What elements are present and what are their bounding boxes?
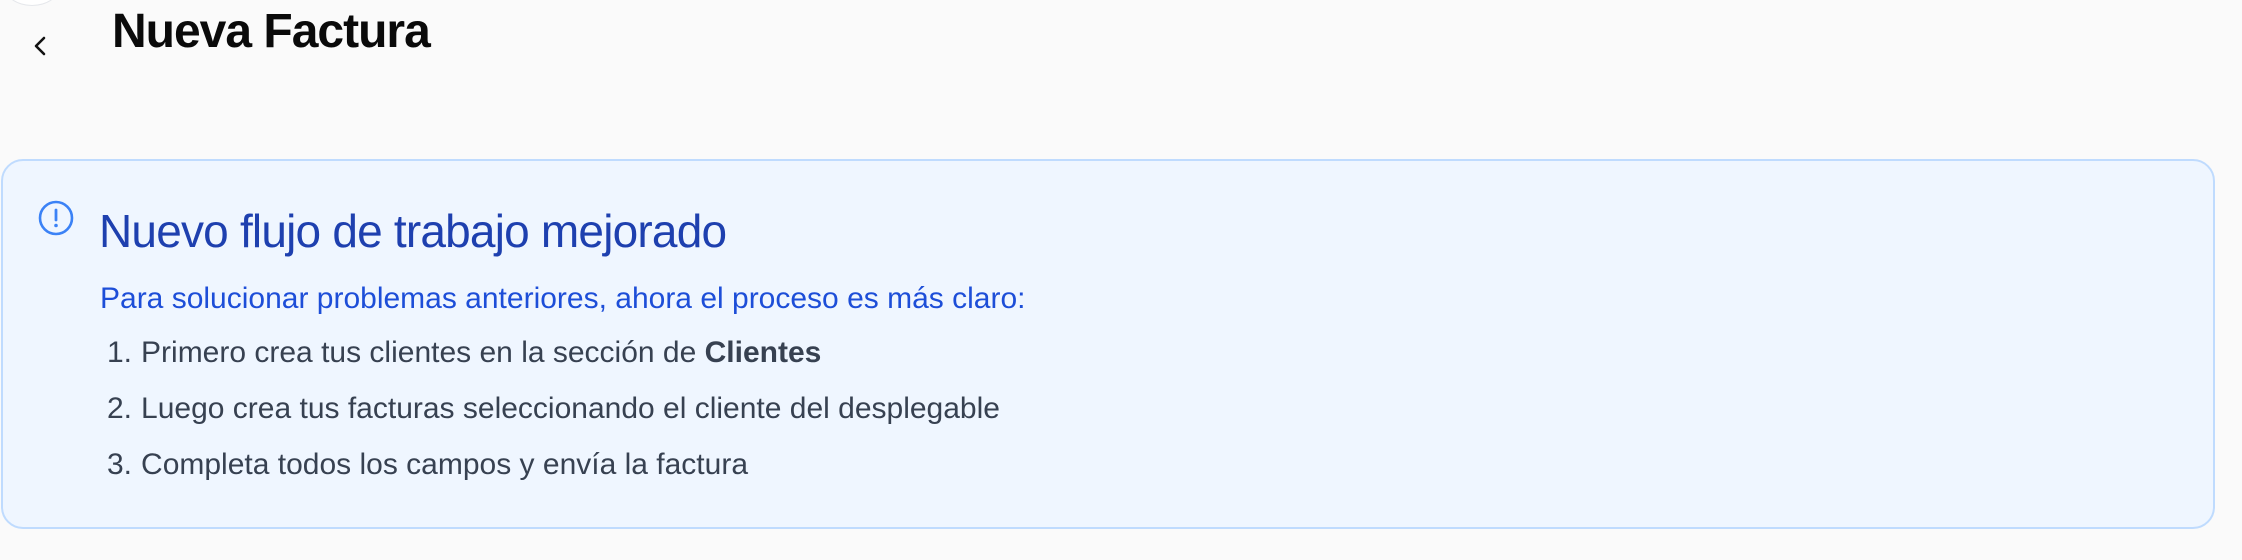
step-emphasis: Clientes — [704, 336, 822, 369]
step-text: Completa todos los campos y envía la fac… — [141, 448, 749, 481]
step-text: Primero crea tus clientes en la sección … — [141, 336, 705, 369]
step-text: Luego crea tus facturas seleccionando el… — [141, 392, 1000, 425]
avatar[interactable] — [4, 0, 60, 6]
back-button[interactable] — [22, 28, 58, 64]
page: Nueva Factura Nuevo flujo de trabajo mej… — [0, 0, 2242, 560]
info-circle-icon — [38, 200, 74, 236]
step-item: 1. Primero crea tus clientes en la secció… — [107, 333, 1000, 373]
step-number: 3. — [107, 448, 133, 481]
info-notice: Nuevo flujo de trabajo mejorado Para sol… — [1, 159, 2215, 529]
step-item: 2. Luego crea tus facturas seleccionando … — [107, 389, 1000, 429]
step-item: 3. Completa todos los campos y envía la f… — [107, 445, 1000, 485]
chevron-left-icon — [34, 36, 46, 56]
notice-title: Nuevo flujo de trabajo mejorado — [99, 205, 727, 257]
step-number: 2. — [107, 392, 133, 425]
step-number: 1. — [107, 336, 133, 369]
notice-intro: Para solucionar problemas anteriores, ah… — [100, 282, 1026, 315]
steps-list: 1. Primero crea tus clientes en la secció… — [107, 333, 1000, 501]
page-title: Nueva Factura — [112, 5, 431, 58]
